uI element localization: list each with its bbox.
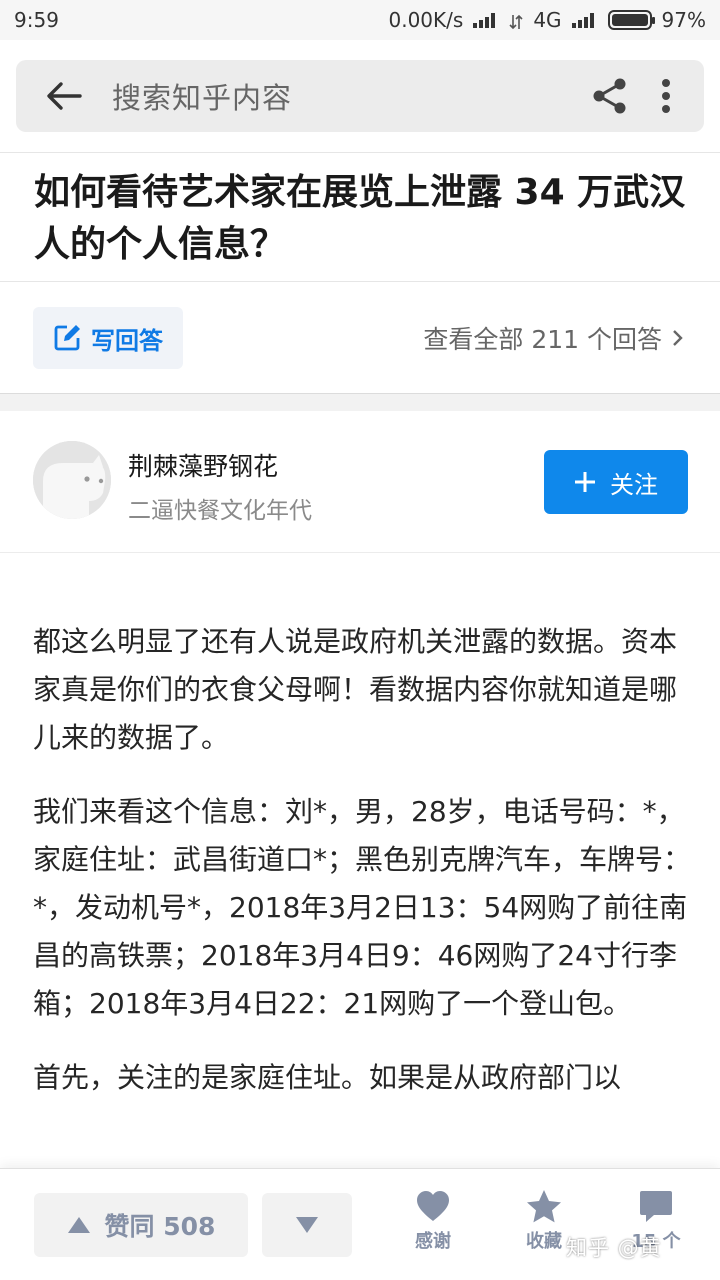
question-title[interactable]: 如何看待艺术家在展览上泄露 34 万武汉人的个人信息？ xyxy=(34,167,686,271)
author-name[interactable]: 荆棘藻野钢花 xyxy=(128,447,278,483)
question-actions: 写回答 查看全部 211 个回答 xyxy=(0,283,720,393)
bottom-action-bar: 赞同 508 感谢 收藏 15 个 xyxy=(0,1168,720,1280)
triangle-up-icon xyxy=(67,1217,90,1233)
network-type: 4G xyxy=(533,8,562,32)
data-arrows-icon xyxy=(509,12,523,30)
answer-paragraph: 我们来看这个信息：刘*，男，28岁，电话号码：*，家庭住址：武昌街道口*；黑色别… xyxy=(33,795,692,1020)
status-indicators: 0.00K/s 4G 97% xyxy=(389,8,707,32)
edit-icon xyxy=(54,325,80,351)
signal-icon xyxy=(571,12,598,28)
answer-paragraph: 都这么明显了还有人说是政府机关泄露的数据。资本家真是你们的衣食父母啊！看数据内容… xyxy=(33,625,678,754)
chevron-right-icon xyxy=(673,330,683,346)
search-box[interactable]: 搜索知乎内容 xyxy=(16,60,704,132)
answer-content: 都这么明显了还有人说是政府机关泄露的数据。资本家真是你们的衣食父母啊！看数据内容… xyxy=(33,618,693,1128)
heart-icon xyxy=(417,1191,449,1221)
answer-paragraph: 首先，关注的是家庭住址。如果是从政府部门以 xyxy=(33,1061,622,1094)
section-divider xyxy=(0,393,720,411)
write-answer-button[interactable]: 写回答 xyxy=(33,307,183,369)
triangle-down-icon xyxy=(296,1217,318,1233)
author-bio: 二逼快餐文化年代 xyxy=(128,498,312,524)
battery-level: 97% xyxy=(661,8,706,32)
avatar[interactable] xyxy=(33,441,111,519)
more-options-icon[interactable] xyxy=(638,60,694,132)
share-icon[interactable] xyxy=(582,60,638,132)
view-all-answers-link[interactable]: 查看全部 211 个回答 xyxy=(423,307,684,369)
search-input[interactable]: 搜索知乎内容 xyxy=(112,75,582,117)
downvote-button[interactable] xyxy=(262,1193,352,1257)
upvote-label: 赞同 508 xyxy=(104,1212,216,1241)
star-icon xyxy=(527,1190,561,1223)
write-answer-label: 写回答 xyxy=(91,326,163,355)
upvote-button[interactable]: 赞同 508 xyxy=(34,1193,248,1257)
thanks-label: 感谢 xyxy=(415,1231,451,1252)
thanks-button[interactable]: 感谢 xyxy=(388,1189,478,1253)
follow-button[interactable]: 关注 xyxy=(544,450,688,514)
author-row: 荆棘藻野钢花 二逼快餐文化年代 关注 xyxy=(0,411,720,553)
back-arrow-icon[interactable] xyxy=(16,60,112,132)
watermark: 知乎 @黄 xyxy=(566,1236,662,1260)
status-time: 9:59 xyxy=(14,8,59,32)
status-bar: 9:59 0.00K/s 4G 97% xyxy=(0,0,720,40)
net-speed: 0.00K/s xyxy=(388,8,464,32)
battery-icon xyxy=(607,10,655,30)
question-header: 如何看待艺术家在展览上泄露 34 万武汉人的个人信息？ xyxy=(0,152,720,282)
top-bar: 搜索知乎内容 xyxy=(0,40,720,152)
view-all-answers-label: 查看全部 211 个回答 xyxy=(423,325,662,354)
collect-label: 收藏 xyxy=(526,1231,562,1252)
follow-label: 关注 xyxy=(610,470,658,499)
comment-icon xyxy=(640,1191,672,1222)
plus-icon xyxy=(575,472,595,492)
hd-signal-icon xyxy=(473,12,499,28)
